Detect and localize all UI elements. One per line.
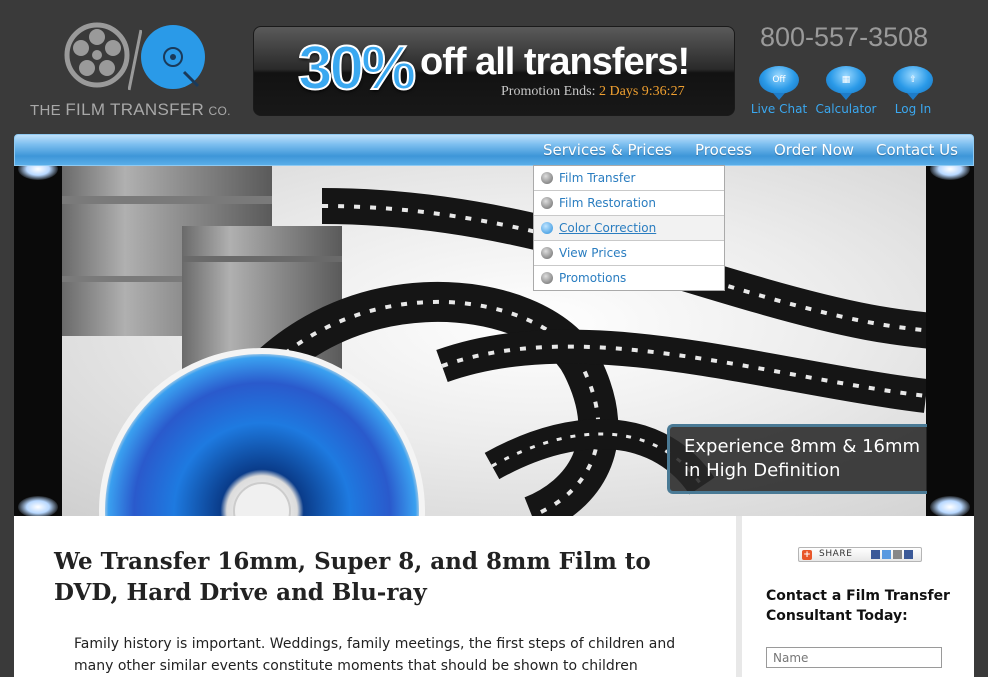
dropdown-item-label: Film Restoration [559,196,656,210]
hero-caption-line2: in High Definition [684,460,841,481]
dropdown-item-film-restoration[interactable]: Film Restoration [534,191,724,216]
dropdown-item-label: Promotions [559,271,627,285]
calculator-button[interactable]: ▦ Calculator [811,66,881,116]
dropdown-item-film-transfer[interactable]: Film Transfer [534,166,724,191]
dropdown-item-label: Color Correction [559,221,657,235]
site-logo[interactable]: THE FILM TRANSFER CO. [28,22,238,122]
nav-order-now[interactable]: Order Now [774,141,854,159]
bullet-icon [541,247,553,259]
share-button[interactable]: + SHARE [798,547,922,562]
social-icons [871,550,915,560]
dropdown-item-color-correction[interactable]: Color Correction [534,216,724,241]
chat-bubble-icon: Off [759,66,799,100]
phone-number[interactable]: 800-557-3508 [760,22,928,53]
page-title: We Transfer 16mm, Super 8, and 8mm Film … [54,548,651,606]
nav-contact-us[interactable]: Contact Us [876,141,958,159]
services-dropdown: Film Transfer Film Restoration Color Cor… [533,165,725,291]
dropdown-item-label: View Prices [559,246,627,260]
promo-ends-label: Promotion Ends: [501,84,596,99]
bullet-icon [541,172,553,184]
bullet-icon [541,272,553,284]
hero-banner: Experience 8mm & 16mm in High Definition [14,166,974,516]
bullet-icon [541,222,553,234]
disc-icon [141,25,205,89]
frame-light [930,496,970,516]
calculator-bubble-icon: ▦ [826,66,866,100]
logo-text-prefix: THE [30,102,61,119]
bullet-icon [541,197,553,209]
contact-heading: Contact a Film Transfer Consultant Today… [766,588,950,624]
login-bubble-icon: ⇧ [893,66,933,100]
promo-ends: Promotion Ends: 2 Days 9:36:27 [501,84,685,100]
dropdown-item-view-prices[interactable]: View Prices [534,241,724,266]
social-icon [893,550,902,559]
calculator-label: Calculator [815,102,877,116]
frame-light [18,166,58,180]
share-label: SHARE [819,549,853,559]
live-chat-button[interactable]: Off Live Chat [744,66,814,116]
social-icon [882,550,891,559]
logo-text: THE FILM TRANSFER CO. [30,100,231,120]
social-icon [871,550,880,559]
live-chat-label: Live Chat [750,102,808,116]
main-nav: Services & Prices Process Order Now Cont… [14,134,974,166]
promo-banner[interactable]: 30% off all transfers! Promotion Ends: 2… [253,26,735,116]
chat-status-badge: Off [772,75,786,85]
frame-light [18,496,58,516]
main-content: We Transfer 16mm, Super 8, and 8mm Film … [14,516,736,677]
dropdown-item-label: Film Transfer [559,171,636,185]
log-in-label: Log In [894,102,932,116]
nav-process[interactable]: Process [695,141,752,159]
promo-countdown: 2 Days 9:36:27 [599,84,685,99]
dropdown-item-promotions[interactable]: Promotions [534,266,724,291]
logo-text-suffix: CO. [208,104,231,118]
log-in-button[interactable]: ⇧ Log In [878,66,948,116]
name-input[interactable] [766,647,942,668]
promo-title: off all transfers! [420,41,690,83]
hero-caption: Experience 8mm & 16mm in High Definition [667,424,927,494]
hero-caption-line1: Experience 8mm & 16mm [684,436,921,457]
frame-light [930,166,970,180]
nav-services-prices[interactable]: Services & Prices [543,141,672,159]
intro-paragraph: Family history is important. Weddings, f… [74,636,676,674]
logo-text-main: FILM TRANSFER [65,100,205,119]
facebook-icon [904,550,913,559]
share-plus-icon: + [802,550,812,560]
sidebar: + SHARE Contact a Film Transfer Consulta… [736,516,974,677]
promo-percent: 30% [297,33,417,104]
film-reel-icon [64,22,130,88]
